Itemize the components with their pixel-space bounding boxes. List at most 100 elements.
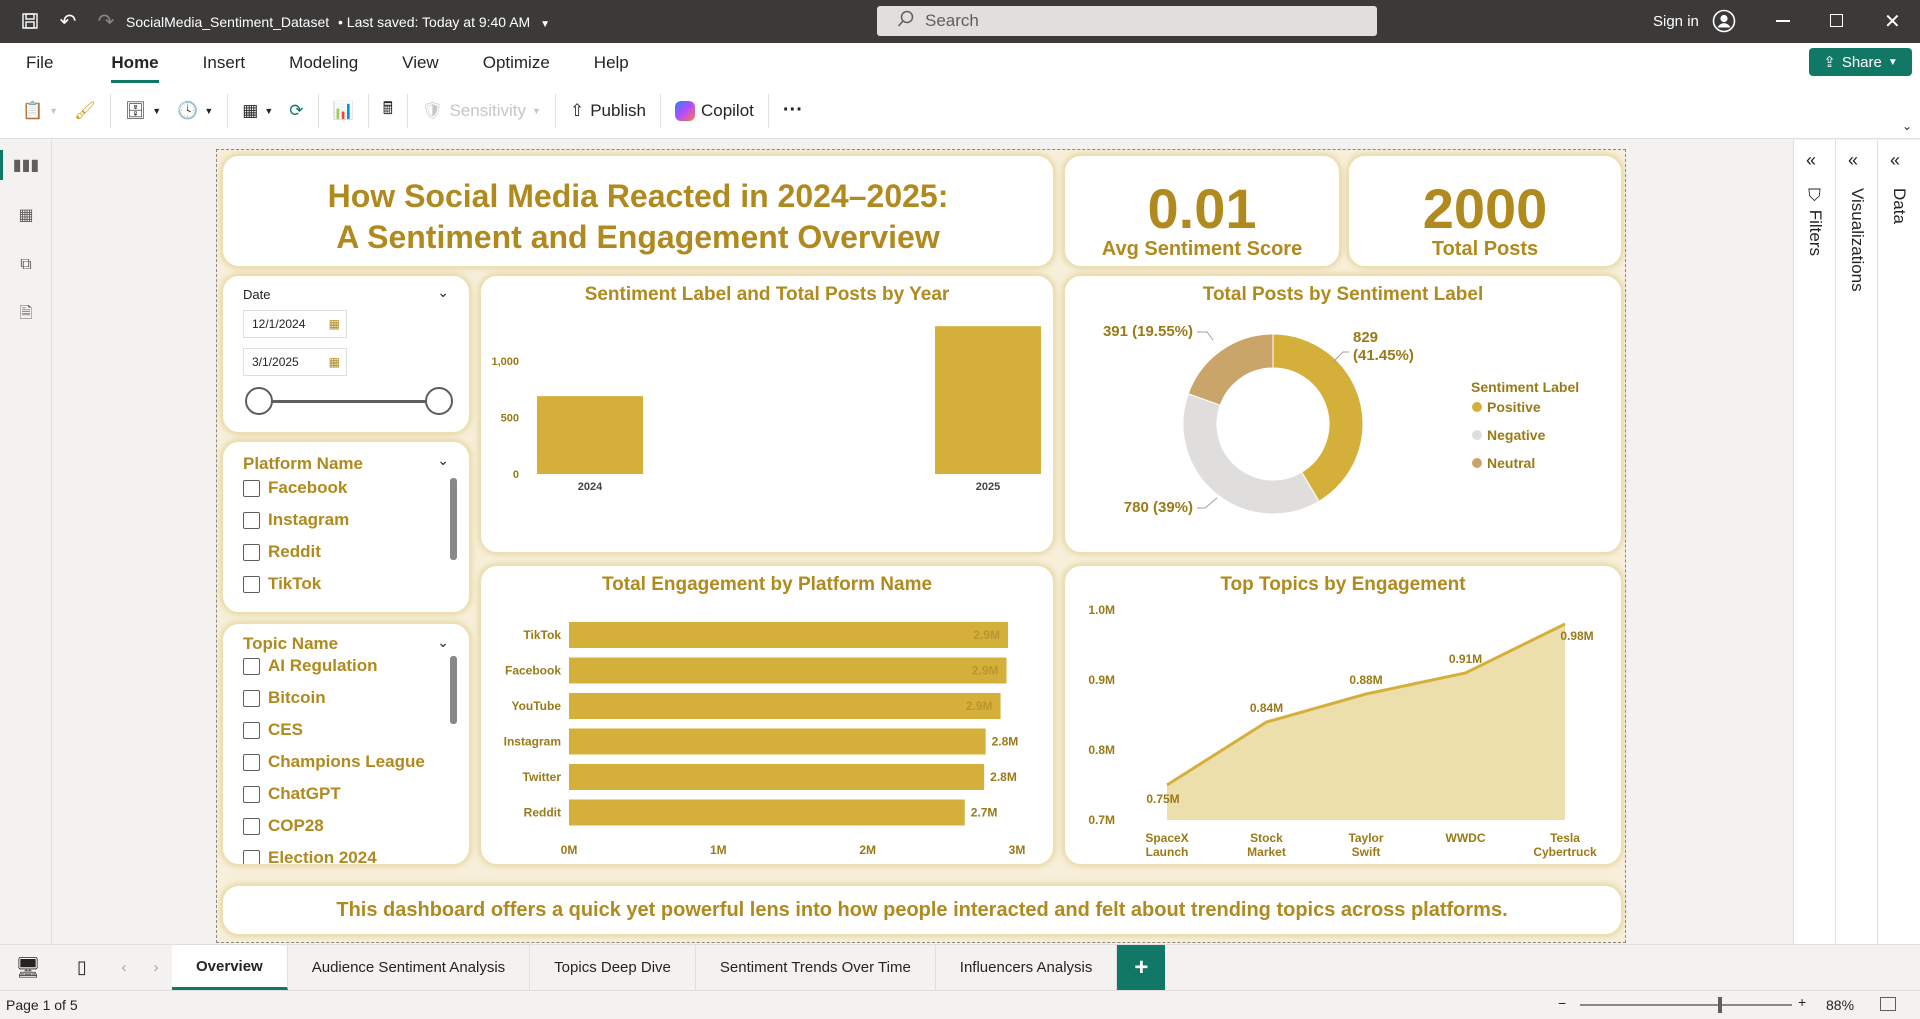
fit-to-page-icon[interactable]: [1880, 997, 1896, 1011]
menu-insert[interactable]: Insert: [183, 43, 266, 83]
slicer-option[interactable]: AI Regulation: [243, 656, 378, 676]
desktop-layout-icon[interactable]: 🖥: [0, 945, 56, 990]
calendar-icon[interactable]: ▦: [329, 317, 340, 331]
kpi-card-sentiment[interactable]: 0.01 Avg Sentiment Score: [1063, 154, 1341, 268]
x-tick-label: Swift: [1352, 845, 1381, 859]
search-box[interactable]: Search: [877, 6, 1377, 36]
menu-help[interactable]: Help: [574, 43, 649, 83]
checkbox[interactable]: [243, 785, 260, 803]
slicer-option[interactable]: Facebook: [243, 478, 347, 498]
checkbox[interactable]: [243, 753, 260, 771]
dax-query-view-icon[interactable]: 🗎: [0, 290, 52, 340]
start-date-input[interactable]: 12/1/2024 ▦: [243, 310, 347, 338]
kpi-card-posts[interactable]: 2000 Total Posts: [1347, 154, 1623, 268]
scrollbar[interactable]: [450, 478, 457, 560]
checkbox[interactable]: [243, 817, 260, 835]
calendar-icon[interactable]: ▦: [329, 355, 340, 369]
checkbox[interactable]: [243, 721, 260, 739]
checkbox[interactable]: [243, 479, 260, 497]
sensitivity-button[interactable]: 🛡 Sensitivity ▼: [414, 91, 549, 131]
engagement-by-platform-chart[interactable]: Total Engagement by Platform Name TikTok…: [479, 564, 1055, 866]
paste-button[interactable]: 📋 ▼: [14, 91, 66, 131]
model-view-icon[interactable]: ⧉: [0, 240, 52, 290]
sign-in-link[interactable]: Sign in: [1653, 13, 1699, 30]
expand-filters-icon[interactable]: «: [1806, 150, 1816, 171]
mobile-layout-icon[interactable]: ▯: [56, 945, 108, 990]
undo-icon[interactable]: ↶: [58, 11, 78, 33]
tab-audience-sentiment[interactable]: Audience Sentiment Analysis: [287, 945, 531, 990]
recent-sources-button[interactable]: 🕓 ▼: [169, 91, 221, 131]
checkbox[interactable]: [243, 657, 260, 675]
expand-visualizations-icon[interactable]: «: [1848, 150, 1858, 171]
zoom-slider-thumb[interactable]: [1718, 997, 1722, 1013]
date-range-start-handle[interactable]: [245, 387, 273, 415]
slicer-option-label: COP28: [268, 816, 324, 835]
get-data-button[interactable]: 🗄 ▼: [117, 91, 170, 131]
scrollbar[interactable]: [450, 656, 457, 724]
data-pane[interactable]: « Data: [1878, 140, 1920, 944]
slicer-option[interactable]: Instagram: [243, 510, 349, 530]
slicer-option[interactable]: Reddit: [243, 542, 321, 562]
restore-icon[interactable]: [1830, 14, 1843, 27]
chevron-down-icon[interactable]: ▼: [540, 19, 550, 30]
slicer-option[interactable]: Election 2024: [243, 848, 377, 864]
checkbox[interactable]: [243, 849, 260, 864]
chevron-down-icon[interactable]: ⌄: [437, 452, 449, 469]
table-view-icon[interactable]: ▦: [0, 190, 52, 240]
tab-topics-deep-dive[interactable]: Topics Deep Dive: [530, 945, 696, 990]
menu-file[interactable]: File: [6, 43, 73, 83]
menu-optimize[interactable]: Optimize: [463, 43, 570, 83]
chevron-down-icon[interactable]: ⌄: [437, 634, 449, 651]
slicer-option[interactable]: COP28: [243, 816, 324, 836]
platform-slicer[interactable]: Platform Name ⌄ Facebook Instagram Reddi…: [221, 440, 471, 614]
slicer-option[interactable]: CES: [243, 720, 303, 740]
slicer-option[interactable]: TikTok: [243, 574, 321, 594]
tab-overview[interactable]: Overview: [172, 945, 288, 990]
report-view-icon[interactable]: ▮▮▮: [0, 140, 52, 190]
slicer-option[interactable]: ChatGPT: [243, 784, 341, 804]
menu-modeling[interactable]: Modeling: [269, 43, 378, 83]
publish-button[interactable]: ⇧ Publish: [562, 91, 654, 131]
top-topics-chart[interactable]: Top Topics by Engagement 0.7M 0.8M 0.9M 1.0…: [1063, 564, 1623, 866]
format-painter-button[interactable]: 🖌: [66, 91, 104, 131]
share-button[interactable]: ⇪ Share ▼: [1809, 48, 1912, 76]
slicer-option[interactable]: Champions League: [243, 752, 425, 772]
checkbox[interactable]: [243, 689, 260, 707]
checkbox[interactable]: [243, 511, 260, 529]
new-visual-button[interactable]: 📊: [325, 91, 362, 131]
more-options-button[interactable]: ···: [775, 91, 811, 131]
checkbox[interactable]: [243, 543, 260, 561]
sentiment-donut-chart[interactable]: Total Posts by Sentiment Label 829 (41.45…: [1063, 274, 1623, 554]
redo-icon[interactable]: ↷: [96, 11, 116, 33]
zoom-slider[interactable]: [1580, 1004, 1792, 1006]
visualizations-pane[interactable]: « Visualizations: [1836, 140, 1878, 944]
previous-page-icon[interactable]: ‹: [108, 945, 140, 990]
end-date-input[interactable]: 3/1/2025 ▦: [243, 348, 347, 376]
checkbox[interactable]: [243, 575, 260, 593]
posts-by-year-chart[interactable]: Sentiment Label and Total Posts by Year …: [479, 274, 1055, 554]
tab-sentiment-trends[interactable]: Sentiment Trends Over Time: [695, 945, 936, 990]
menu-view[interactable]: View: [382, 43, 459, 83]
save-icon[interactable]: [20, 11, 40, 31]
transform-data-button[interactable]: ▦ ▼: [234, 91, 281, 131]
next-page-icon[interactable]: ›: [140, 945, 172, 990]
chevron-down-icon[interactable]: ⌄: [437, 284, 449, 301]
date-slicer[interactable]: Date ⌄ 12/1/2024 ▦ 3/1/2025 ▦: [221, 274, 471, 434]
account-icon[interactable]: [1712, 9, 1736, 36]
collapse-ribbon-icon[interactable]: ⌄: [1902, 119, 1912, 133]
menu-home[interactable]: Home: [91, 43, 178, 83]
add-page-button[interactable]: +: [1117, 945, 1166, 990]
date-range-end-handle[interactable]: [425, 387, 453, 415]
filters-pane[interactable]: « ⛉ Filters: [1794, 140, 1836, 944]
copilot-button[interactable]: Copilot: [667, 91, 762, 131]
tab-influencers[interactable]: Influencers Analysis: [935, 945, 1118, 990]
zoom-out-icon[interactable]: −: [1558, 995, 1566, 1011]
new-measure-button[interactable]: 🖩: [375, 91, 401, 131]
close-icon[interactable]: ✕: [1884, 9, 1901, 34]
zoom-in-icon[interactable]: +: [1798, 994, 1806, 1010]
topic-slicer[interactable]: Topic Name ⌄ AI Regulation Bitcoin CES C…: [221, 622, 471, 866]
minimize-icon[interactable]: [1776, 20, 1790, 22]
slicer-option[interactable]: Bitcoin: [243, 688, 326, 708]
expand-data-icon[interactable]: «: [1890, 150, 1900, 171]
refresh-button[interactable]: ⟳: [281, 91, 311, 131]
